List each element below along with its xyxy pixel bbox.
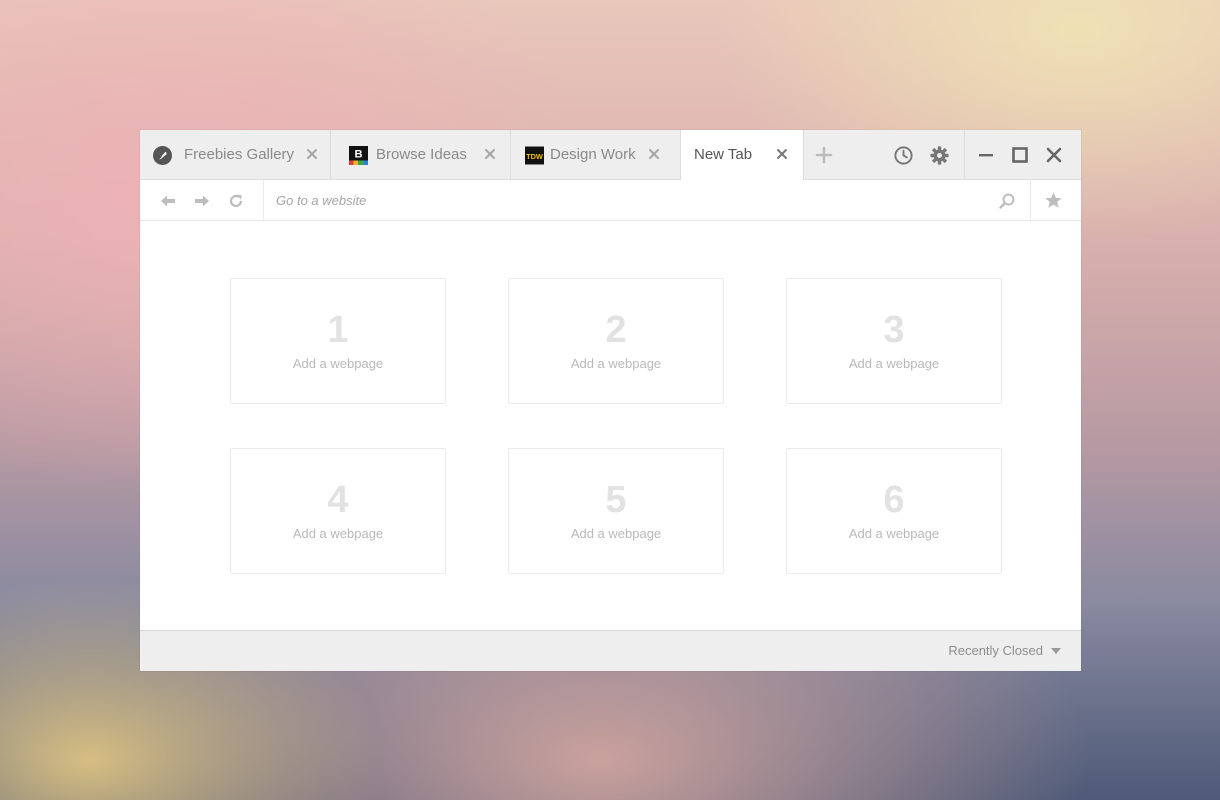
forward-arrow-icon[interactable]	[193, 192, 211, 210]
tile-number: 6	[883, 479, 905, 521]
address-bar	[140, 180, 1081, 221]
tab-new-tab[interactable]: New Tab	[681, 130, 804, 181]
tile-label: Add a webpage	[292, 526, 384, 541]
speed-dial-tile-6[interactable]: 6 Add a webpage	[786, 448, 1002, 574]
minimize-icon[interactable]	[978, 147, 994, 163]
speed-dial-tile-1[interactable]: 1 Add a webpage	[230, 278, 446, 404]
tab-freebies-gallery[interactable]: Freebies Gallery	[140, 130, 331, 180]
browser-window: Freebies Gallery B Browse Ideas TDW Desi…	[140, 130, 1081, 671]
back-arrow-icon[interactable]	[159, 192, 177, 210]
tab-close-icon[interactable]	[482, 146, 498, 162]
favicon-letters: TDW	[526, 152, 543, 161]
tab-title: Browse Ideas	[376, 146, 467, 163]
close-icon[interactable]	[1046, 147, 1062, 163]
tab-title: New Tab	[694, 146, 753, 163]
tile-number: 2	[605, 309, 627, 351]
tab-close-icon[interactable]	[304, 146, 320, 162]
speed-dial-tile-2[interactable]: 2 Add a webpage	[508, 278, 724, 404]
search-icon[interactable]	[998, 192, 1016, 210]
tab-close-icon[interactable]	[646, 146, 662, 162]
caret-down-icon	[1051, 647, 1061, 654]
maximize-icon[interactable]	[1012, 147, 1028, 163]
tab-browse-ideas[interactable]: B Browse Ideas	[331, 130, 511, 180]
footer-bar: Recently Closed	[140, 630, 1081, 671]
tile-number: 3	[883, 309, 905, 351]
speed-dial-tile-3[interactable]: 3 Add a webpage	[786, 278, 1002, 404]
tile-label: Add a webpage	[292, 356, 384, 371]
tab-bar: Freebies Gallery B Browse Ideas TDW Desi…	[140, 130, 1081, 181]
recently-closed-label: Recently Closed	[948, 643, 1043, 658]
behance-b-icon: B	[349, 146, 368, 165]
recently-closed-dropdown[interactable]: Recently Closed	[948, 643, 1061, 658]
tab-design-work[interactable]: TDW Design Work	[511, 130, 681, 180]
address-divider	[1030, 180, 1031, 220]
tab-title: Design Work	[550, 146, 636, 163]
history-clock-icon[interactable]	[893, 145, 914, 166]
tile-label: Add a webpage	[848, 526, 940, 541]
tile-label: Add a webpage	[848, 356, 940, 371]
tab-title: Freebies Gallery	[184, 146, 295, 163]
plus-icon[interactable]	[815, 146, 833, 164]
tdw-logo-icon: TDW	[525, 146, 544, 165]
speed-dial-tile-4[interactable]: 4 Add a webpage	[230, 448, 446, 574]
favicon-letter: B	[354, 149, 362, 161]
quill-icon	[153, 146, 172, 165]
star-bookmark-icon[interactable]	[1044, 191, 1063, 210]
reload-icon[interactable]	[227, 192, 245, 210]
tile-label: Add a webpage	[570, 356, 662, 371]
tile-number: 5	[605, 479, 627, 521]
tab-close-icon[interactable]	[774, 146, 790, 162]
tile-number: 4	[327, 479, 349, 521]
tile-number: 1	[327, 309, 349, 351]
speed-dial-tile-5[interactable]: 5 Add a webpage	[508, 448, 724, 574]
address-input[interactable]	[264, 185, 1018, 215]
tile-label: Add a webpage	[570, 526, 662, 541]
toolbar-divider	[964, 130, 965, 180]
gear-icon[interactable]	[929, 145, 950, 166]
